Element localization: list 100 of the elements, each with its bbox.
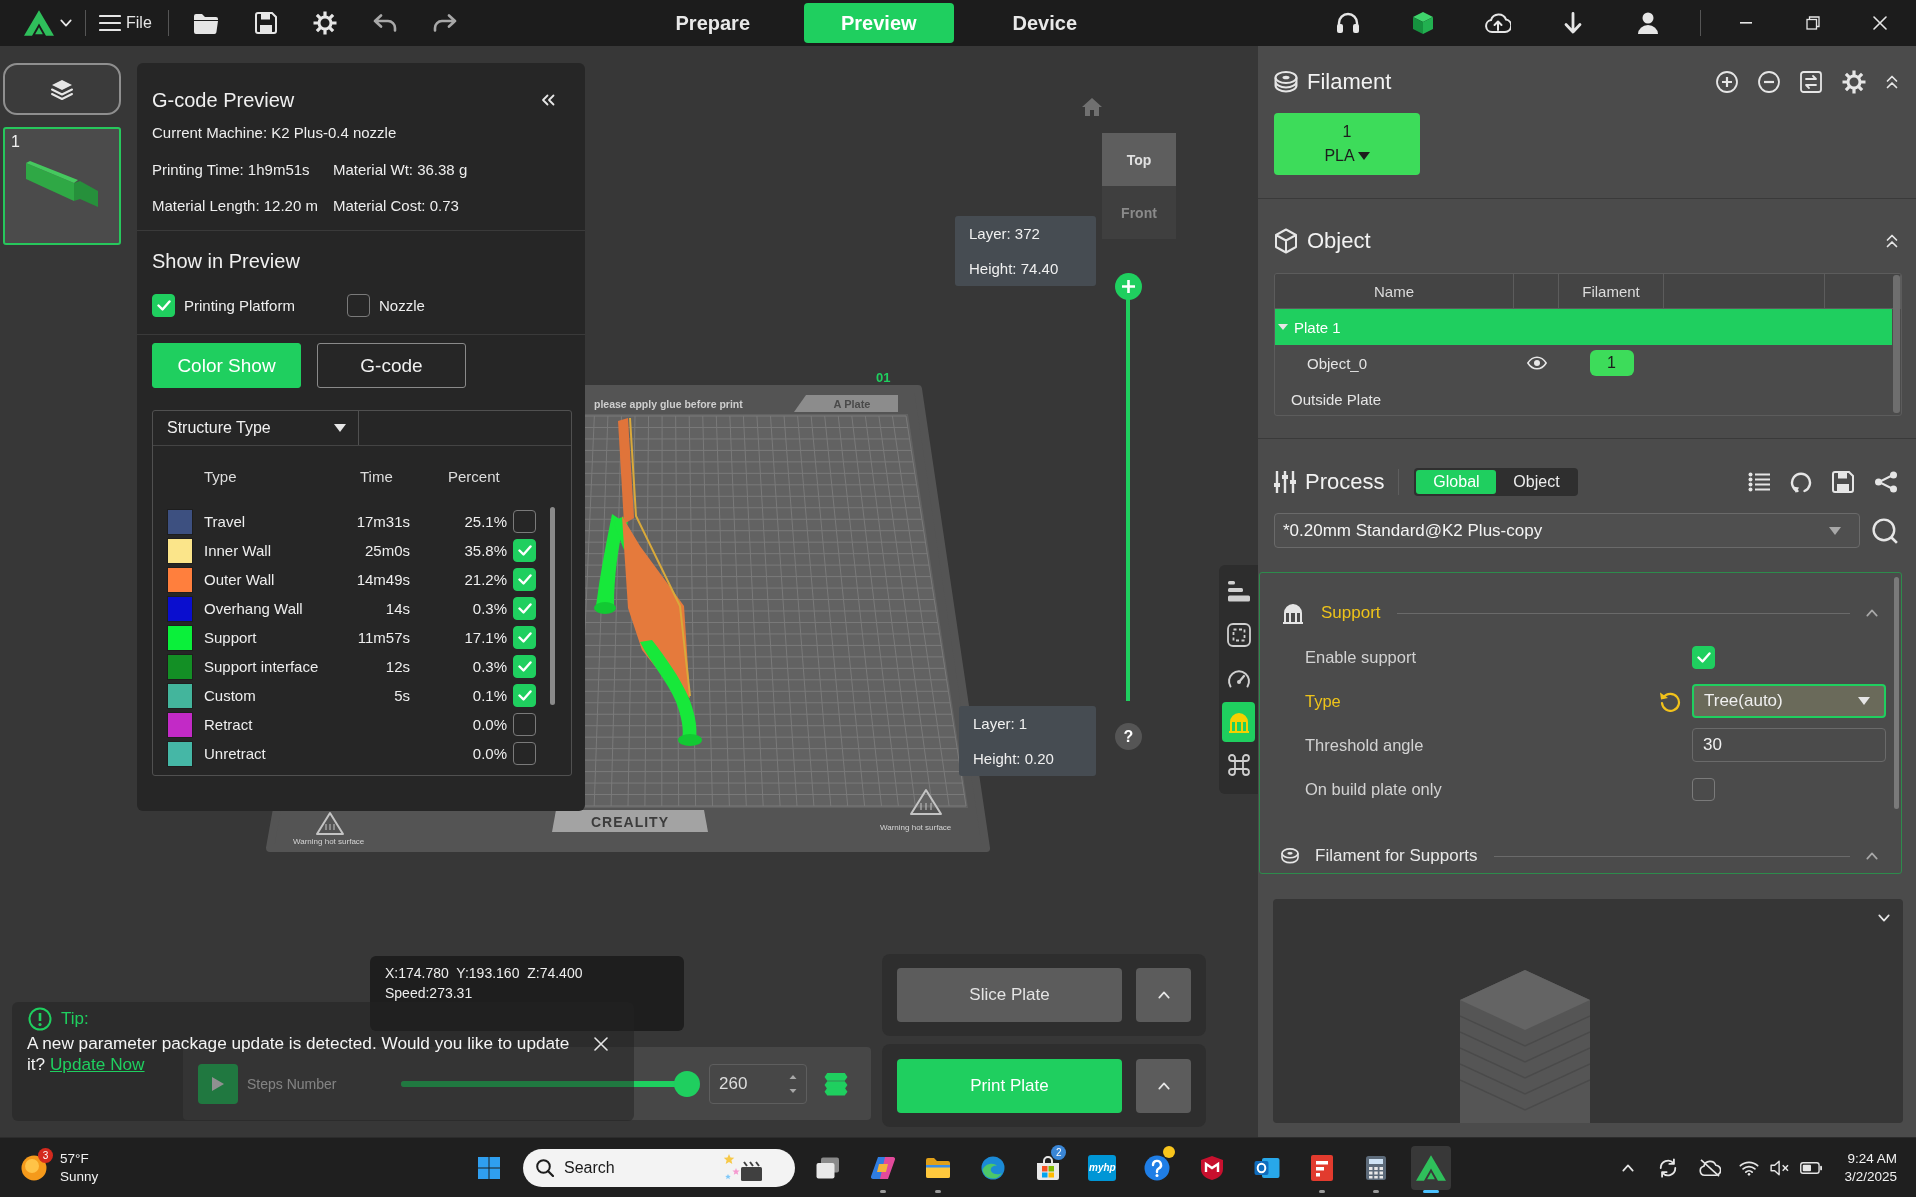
cloud-upload-icon[interactable] (1484, 13, 1511, 33)
scrollbar[interactable] (1894, 577, 1899, 809)
settings-icon[interactable] (1842, 70, 1866, 94)
plus-circle-icon[interactable] (1716, 71, 1738, 93)
checkbox[interactable] (513, 568, 536, 591)
triangle-logo-icon (1416, 1154, 1447, 1181)
preset-dropdown[interactable]: *0.20mm Standard@K2 Plus-copy (1274, 513, 1860, 548)
filament-badge[interactable]: 1 (1589, 350, 1634, 376)
checkbox[interactable] (513, 684, 536, 707)
file-menu[interactable]: File (99, 14, 152, 32)
tree-row[interactable]: Outside Plate (1275, 381, 1892, 415)
settings-icon[interactable] (312, 11, 337, 35)
plate-action-button[interactable]: Slice Plate (897, 968, 1122, 1022)
checkbox-label: Printing Platform (184, 296, 295, 314)
slider-thumb[interactable] (1114, 272, 1142, 300)
share-nodes-icon[interactable] (1874, 471, 1898, 493)
double-chevron-up-icon[interactable] (1886, 234, 1898, 248)
eye-icon[interactable] (1526, 356, 1547, 370)
checkbox[interactable] (513, 742, 536, 765)
warning-label: Warning hot surface (880, 823, 952, 832)
clock-time[interactable]: 9:24 AM (1847, 1149, 1897, 1168)
search-icon[interactable] (1872, 517, 1898, 544)
swap-arrows-icon[interactable] (1800, 71, 1822, 93)
section-title[interactable]: Filament for Supports (1315, 846, 1478, 866)
search-bar[interactable]: Search (523, 1148, 795, 1187)
arrow-down-icon[interactable] (1563, 12, 1582, 34)
checkbox[interactable] (513, 626, 536, 649)
redo-arrow-icon[interactable] (432, 14, 457, 32)
cube-icon[interactable] (1411, 11, 1434, 35)
close-icon[interactable] (1872, 16, 1887, 30)
tab[interactable]: Prepare (637, 3, 788, 43)
double-chevron-left-icon[interactable] (541, 94, 555, 106)
tree-row[interactable]: Object_0 1 (1275, 345, 1892, 381)
view-type-dropdown[interactable]: Structure Type (153, 411, 359, 445)
tab[interactable]: Device (969, 3, 1120, 43)
scrollbar[interactable] (550, 507, 555, 705)
section-title: Filament (1307, 69, 1392, 95)
checkbox[interactable] (152, 293, 175, 317)
checkbox[interactable] (513, 539, 536, 562)
chevron-down-icon[interactable] (60, 19, 72, 27)
tip-message: A new parameter package update is detected. Would you like to update it? Update Now (27, 1033, 571, 1075)
update-now-link[interactable]: Update Now (49, 1054, 145, 1074)
checkbox[interactable] (513, 713, 536, 736)
steps-field[interactable]: 260 (709, 1063, 807, 1104)
minimize-icon[interactable] (1739, 22, 1752, 24)
undo-arrow-icon[interactable] (372, 14, 397, 32)
triangle-logo-icon[interactable] (24, 10, 54, 36)
steps-input[interactable]: 260 (719, 1073, 789, 1094)
wifi-icon[interactable] (1739, 1159, 1760, 1176)
chevron-down-icon[interactable] (1878, 914, 1890, 922)
person-icon[interactable] (1637, 12, 1658, 34)
speaker-muted-icon[interactable] (1770, 1159, 1791, 1176)
view-button[interactable]: Top (1102, 133, 1176, 186)
swirl-circle-icon (980, 1155, 1005, 1180)
help-button[interactable]: ? (1115, 723, 1142, 750)
checkbox[interactable] (513, 655, 536, 678)
headset-icon[interactable] (1335, 12, 1360, 34)
toolbar-button[interactable] (1222, 701, 1255, 742)
number-field[interactable]: 30 (1692, 728, 1886, 762)
filament-slot-button[interactable]: 1 PLA (1274, 113, 1420, 175)
section-title[interactable]: Support (1321, 603, 1381, 623)
table-cell-text: 0.1% (471, 687, 507, 704)
sliders-icon (1274, 470, 1296, 494)
search-input[interactable]: Search (564, 1158, 714, 1177)
type-dropdown[interactable]: Tree(auto) (1692, 684, 1886, 718)
mode-button[interactable]: G-code (317, 343, 466, 388)
scope-tab[interactable]: Object (1496, 470, 1577, 494)
checkbox[interactable] (1692, 777, 1715, 801)
checkbox[interactable] (347, 293, 370, 317)
table-cell-text: 17m31s (355, 513, 410, 530)
stripes-app-icon (1310, 1154, 1333, 1181)
cloud-off-icon[interactable] (1699, 1158, 1722, 1177)
close-icon[interactable] (594, 1037, 608, 1051)
layers-view-button[interactable] (3, 63, 121, 115)
start-icon[interactable] (478, 1156, 500, 1179)
checkbox[interactable] (1692, 645, 1715, 669)
sync-icon[interactable] (1658, 1157, 1679, 1178)
weather-label: Sunny (60, 1167, 99, 1186)
slider-thumb[interactable] (674, 1070, 700, 1097)
checkbox[interactable] (513, 597, 536, 620)
shopping-bag-icon (1035, 1155, 1060, 1180)
stacked-layers-icon[interactable] (824, 1071, 848, 1096)
taskbar-button[interactable]: 2 (1020, 1138, 1075, 1197)
plate-number: 01 (876, 370, 891, 385)
checkbox[interactable] (513, 510, 536, 533)
double-chevron-up-icon[interactable] (1886, 75, 1898, 89)
folder-icon[interactable] (192, 12, 219, 34)
layer-slider[interactable] (1114, 272, 1142, 701)
restore-icon[interactable] (1805, 16, 1820, 30)
shield-icon (1200, 1155, 1223, 1180)
reset-icon[interactable] (1659, 690, 1681, 712)
battery-icon[interactable] (1800, 1161, 1823, 1174)
plate-thumbnail[interactable]: 1 (3, 127, 121, 245)
home-icon[interactable] (1082, 98, 1102, 116)
list-icon[interactable] (1748, 472, 1770, 492)
play-button[interactable] (198, 1063, 238, 1104)
clock-date[interactable]: 3/2/2025 (1844, 1167, 1897, 1186)
circular-arrow-icon[interactable] (1790, 471, 1812, 493)
minus-circle-icon[interactable] (1758, 71, 1780, 93)
scrollbar[interactable] (1893, 275, 1900, 413)
